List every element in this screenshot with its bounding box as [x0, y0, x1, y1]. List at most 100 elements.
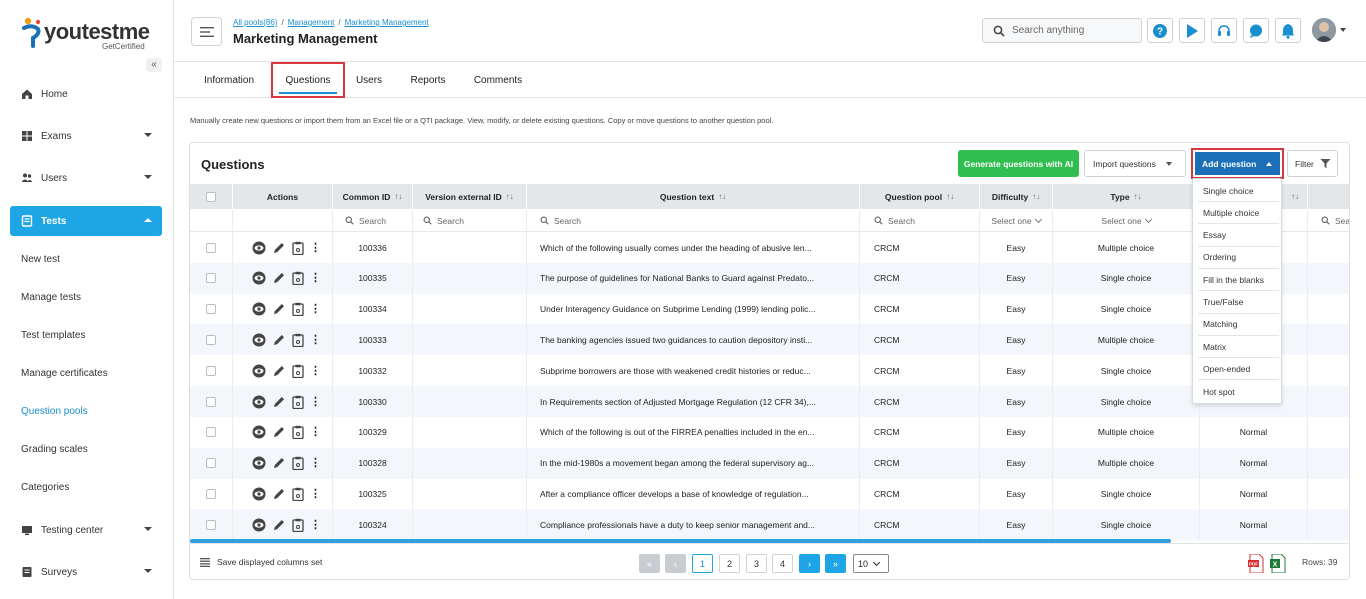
avatar[interactable] — [1312, 18, 1336, 42]
cell-question-text[interactable]: Under Interagency Guidance on Subprime L… — [527, 293, 860, 325]
eye-icon[interactable] — [252, 333, 266, 347]
more-options-icon[interactable]: ⋮ — [310, 488, 321, 499]
sidebar-subitem-manage-certificates[interactable]: Manage certificates — [21, 368, 108, 379]
sidebar-subitem-question-pools[interactable]: Question pools — [21, 406, 88, 417]
page-button[interactable]: 2 — [719, 554, 740, 573]
row-checkbox[interactable] — [206, 334, 216, 345]
pencil-icon[interactable] — [272, 333, 286, 347]
page-button[interactable]: 3 — [746, 554, 767, 573]
column-header-type[interactable]: Type ↑↓ — [1053, 184, 1200, 209]
first-page-button[interactable]: « — [639, 554, 660, 573]
eye-icon[interactable] — [252, 302, 266, 316]
clipboard-icon[interactable] — [292, 425, 304, 440]
table-row[interactable]: ⋮ 100336 Which of the following usually co… — [190, 232, 1349, 263]
table-row[interactable]: ⋮ 100325 After a compliance officer develo… — [190, 478, 1349, 510]
clipboard-icon[interactable] — [292, 333, 304, 347]
more-options-icon[interactable]: ⋮ — [310, 519, 321, 530]
more-options-icon[interactable]: ⋮ — [310, 242, 321, 253]
dropdown-item-matching[interactable]: Matching — [1198, 314, 1279, 336]
sidebar-item-surveys[interactable]: Surveys — [10, 557, 162, 587]
cell-question-text[interactable]: The purpose of guidelines for National B… — [527, 262, 860, 294]
sidebar-subitem-test-templates[interactable]: Test templates — [21, 330, 85, 341]
sidebar-subitem-manage-tests[interactable]: Manage tests — [21, 292, 81, 303]
last-page-button[interactable]: » — [825, 554, 846, 573]
user-menu-chevron-icon[interactable] — [1340, 28, 1346, 32]
filter-question-text[interactable]: Search — [527, 209, 860, 232]
sidebar-item-exams[interactable]: Exams — [10, 121, 162, 151]
collapse-sidebar-button[interactable]: « — [146, 58, 162, 72]
page-button[interactable]: 4 — [772, 554, 793, 573]
chat-button[interactable] — [1243, 18, 1269, 43]
prev-page-button[interactable]: ‹ — [665, 554, 686, 573]
dropdown-item-hot-spot[interactable]: Hot spot — [1198, 381, 1279, 403]
sidebar-item-users[interactable]: Users — [10, 163, 162, 193]
sort-icon[interactable]: ↑↓ — [718, 192, 726, 201]
table-row[interactable]: ⋮ 100329 Which of the following is out of … — [190, 416, 1349, 448]
breadcrumb-link[interactable]: Marketing Management — [345, 18, 429, 27]
pencil-icon[interactable] — [272, 271, 286, 285]
pencil-icon[interactable] — [272, 518, 286, 532]
table-row[interactable]: ⋮ 100330 In Requirements section of Adjust… — [190, 386, 1349, 417]
tab-questions[interactable]: Questions — [271, 62, 345, 98]
dropdown-item-fill-in-the-blanks[interactable]: Fill in the blanks — [1198, 269, 1279, 292]
more-options-icon[interactable]: ⋮ — [310, 396, 321, 407]
pencil-icon[interactable] — [272, 395, 286, 409]
eye-icon[interactable] — [252, 425, 266, 439]
table-row[interactable]: ⋮ 100334 Under Interagency Guidance on Sub… — [190, 293, 1349, 325]
sort-icon[interactable]: ↑↓ — [506, 192, 514, 201]
cell-question-text[interactable]: In Requirements section of Adjusted Mort… — [527, 386, 860, 417]
pencil-icon[interactable] — [272, 425, 286, 439]
dropdown-item-true-false[interactable]: True/False — [1198, 292, 1279, 314]
row-checkbox[interactable] — [206, 519, 216, 530]
clipboard-icon[interactable] — [292, 302, 304, 317]
more-options-icon[interactable]: ⋮ — [310, 365, 321, 376]
filter-common-id[interactable]: Search — [333, 209, 413, 232]
more-options-icon[interactable]: ⋮ — [310, 458, 321, 469]
eye-icon[interactable] — [252, 395, 266, 409]
pencil-icon[interactable] — [272, 487, 286, 501]
eye-icon[interactable] — [252, 518, 266, 532]
clipboard-icon[interactable] — [292, 271, 304, 286]
more-options-icon[interactable]: ⋮ — [310, 334, 321, 345]
eye-icon[interactable] — [252, 364, 266, 378]
row-checkbox[interactable] — [206, 488, 216, 499]
column-header-version-id[interactable]: Version external ID ↑↓ — [413, 184, 527, 209]
export-pdf-icon[interactable]: PDF — [1248, 554, 1264, 573]
add-question-button[interactable]: Add question — [1191, 148, 1284, 179]
row-checkbox[interactable] — [206, 427, 216, 438]
row-checkbox[interactable] — [206, 304, 216, 315]
select-all-checkbox[interactable] — [206, 191, 216, 202]
pencil-icon[interactable] — [272, 364, 286, 378]
dropdown-item-multiple-choice[interactable]: Multiple choice — [1198, 202, 1279, 225]
sort-icon[interactable]: ↑↓ — [1032, 192, 1040, 201]
filter-extra-column[interactable]: Sea — [1308, 209, 1349, 232]
sort-icon[interactable]: ↑↓ — [394, 192, 402, 201]
cell-question-text[interactable]: Which of the following is out of the FIR… — [527, 416, 860, 448]
table-row[interactable]: ⋮ 100324 Compliance professionals have a d… — [190, 509, 1349, 541]
column-header-question-text[interactable]: Question text ↑↓ — [527, 184, 860, 209]
tab-users[interactable]: Users — [348, 62, 390, 98]
eye-icon[interactable] — [252, 487, 266, 501]
save-columns-button[interactable]: Save displayed columns set — [200, 557, 322, 567]
table-row[interactable]: ⋮ 100335 The purpose of guidelines for Nat… — [190, 262, 1349, 294]
clipboard-icon[interactable] — [292, 241, 304, 255]
pencil-icon[interactable] — [272, 241, 286, 255]
rows-per-page-select[interactable]: 10 — [853, 554, 889, 573]
help-button[interactable]: ? — [1147, 18, 1173, 43]
cell-question-text[interactable]: After a compliance officer develops a ba… — [527, 478, 860, 510]
cell-question-text[interactable]: Compliance professionals have a duty to … — [527, 509, 860, 541]
export-excel-icon[interactable]: X — [1270, 554, 1286, 573]
generate-questions-ai-button[interactable]: Generate questions with AI — [958, 150, 1079, 177]
table-row[interactable]: ⋮ 100332 Subprime borrowers are those with… — [190, 355, 1349, 387]
row-checkbox[interactable] — [206, 273, 216, 284]
row-checkbox[interactable] — [206, 365, 216, 376]
filter-button[interactable]: Filter — [1287, 150, 1338, 177]
row-checkbox[interactable] — [206, 458, 216, 469]
more-options-icon[interactable]: ⋮ — [310, 304, 321, 315]
filter-type-select[interactable]: Select one — [1053, 209, 1200, 232]
column-header-common-id[interactable]: Common ID ↑↓ — [333, 184, 413, 209]
pencil-icon[interactable] — [272, 302, 286, 316]
sort-icon[interactable]: ↑↓ — [1291, 192, 1299, 201]
filter-question-pool[interactable]: Search — [860, 209, 980, 232]
dropdown-item-open-ended[interactable]: Open-ended — [1198, 358, 1279, 381]
